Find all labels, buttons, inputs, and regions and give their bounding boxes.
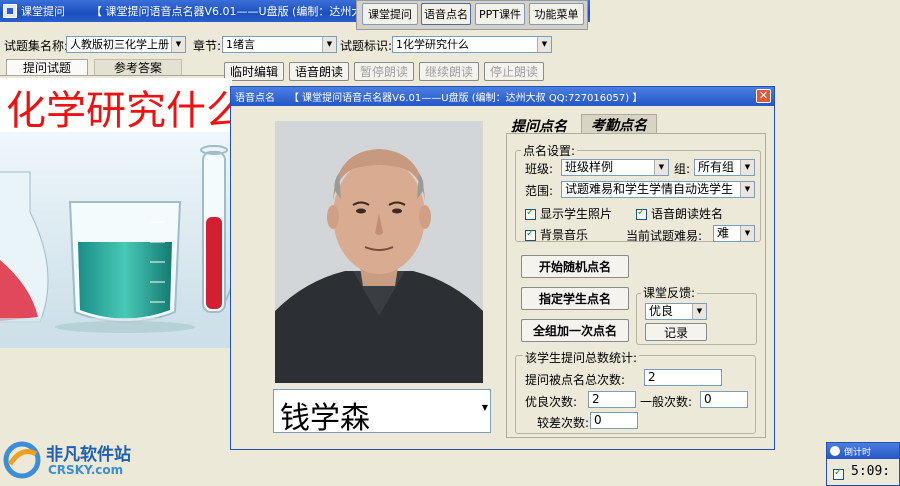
voice-rollcall-button[interactable]: 语音点名 xyxy=(421,3,471,25)
range-select[interactable]: 试题难易和学生学情自动选学生 ▼ xyxy=(561,181,755,198)
normal-count-label: 一般次数: xyxy=(640,395,693,409)
good-count-label: 优良次数: xyxy=(525,395,578,409)
group-label: 组: xyxy=(674,162,691,176)
voice-read-name-checkbox[interactable]: 语音朗读姓名 xyxy=(636,205,723,222)
chevron-down-icon: ▼ xyxy=(481,403,488,412)
chemistry-glassware-image xyxy=(0,132,236,348)
ppt-courseware-button[interactable]: PPT课件 xyxy=(475,3,525,25)
bg-music-label: 背景音乐 xyxy=(540,228,589,242)
question-tag-select[interactable]: 1化学研究什么 ▼ xyxy=(392,36,552,53)
student-name: 钱学森 xyxy=(280,401,370,436)
student-photo xyxy=(275,121,483,383)
feedback-select[interactable]: 优良 ▼ xyxy=(645,303,707,320)
chevron-down-icon: ▼ xyxy=(654,160,668,175)
watermark-logo: 非凡软件站 CRSKY.com xyxy=(2,436,152,484)
tab-divider xyxy=(0,75,230,76)
range-label: 范围: xyxy=(525,184,554,198)
chevron-down-icon: ▼ xyxy=(740,226,754,241)
feedback-value: 优良 xyxy=(649,304,674,318)
chevron-down-icon: ▼ xyxy=(740,182,754,197)
app-icon xyxy=(3,4,17,18)
chevron-down-icon: ▼ xyxy=(692,304,706,319)
total-count-label: 提问被点名总次数: xyxy=(525,373,626,387)
start-random-rollcall-button[interactable]: 开始随机点名 xyxy=(521,255,629,278)
chapter-select[interactable]: 1绪言 ▼ xyxy=(222,36,337,53)
checkbox-checked-icon xyxy=(525,228,536,241)
chevron-down-icon: ▼ xyxy=(322,37,336,52)
difficulty-select[interactable]: 难 ▼ xyxy=(713,225,755,242)
close-icon[interactable]: ✕ xyxy=(756,89,771,103)
resume-read-button[interactable]: 继续朗读 xyxy=(419,62,479,81)
show-photo-label: 显示学生照片 xyxy=(540,207,613,221)
tab-answer[interactable]: 参考答案 xyxy=(94,59,182,75)
chevron-down-icon: ▼ xyxy=(537,37,551,52)
question-tag-value: 1化学研究什么 xyxy=(396,38,469,51)
poor-count-field[interactable]: 0 xyxy=(590,412,638,429)
dialog-title-suffix: 【 课堂提问语音点名器V6.01——U盘版 (编制：达州大叔 QQ:727016… xyxy=(289,93,643,104)
timer-value: 5:09: xyxy=(851,464,891,479)
record-button[interactable]: 记录 xyxy=(645,323,707,341)
stats-title: 该学生提问总数统计: xyxy=(523,349,640,366)
watermark-name: 非凡软件站 xyxy=(46,445,131,465)
feedback-title: 课堂反馈: xyxy=(641,284,698,301)
voice-read-button[interactable]: 语音朗读 xyxy=(289,62,349,81)
assign-student-rollcall-button[interactable]: 指定学生点名 xyxy=(521,287,629,310)
class-value: 班级样例 xyxy=(565,160,614,174)
question-set-value: 人教版初三化学上册 xyxy=(70,38,169,51)
poor-count-label: 较差次数: xyxy=(537,416,590,430)
classroom-question-button[interactable]: 课堂提问 xyxy=(362,3,418,25)
checkbox-checked-icon xyxy=(636,207,647,220)
class-select[interactable]: 班级样例 ▼ xyxy=(561,159,669,176)
dialog-title-bar: 语音点名 【 课堂提问语音点名器V6.01——U盘版 (编制：达州大叔 QQ:7… xyxy=(231,87,774,106)
chapter-value: 1绪言 xyxy=(226,38,255,51)
main-window-title: 课堂提问 xyxy=(21,5,65,18)
tab-attendance-rollcall[interactable]: 考勤点名 xyxy=(581,114,657,134)
timer-title-bar: 倒计时 xyxy=(827,443,899,459)
show-photo-checkbox[interactable]: 显示学生照片 xyxy=(525,205,612,222)
bg-music-checkbox[interactable]: 背景音乐 xyxy=(525,226,588,243)
question-set-select[interactable]: 人教版初三化学上册 ▼ xyxy=(66,36,186,53)
watermark-swirl-icon xyxy=(3,441,41,479)
question-tag-label: 试题标识: xyxy=(340,39,393,53)
countdown-timer-window: 倒计时 5:09: xyxy=(826,442,900,486)
whole-group-rollcall-button[interactable]: 全组加一次点名 xyxy=(521,319,629,342)
dialog-title: 语音点名 xyxy=(235,93,275,104)
class-label: 班级: xyxy=(525,162,554,176)
normal-count-field[interactable]: 0 xyxy=(700,391,748,408)
clock-icon xyxy=(830,446,840,456)
stop-read-button[interactable]: 停止朗读 xyxy=(484,62,544,81)
timer-checkbox[interactable] xyxy=(833,467,844,480)
function-menu-button[interactable]: 功能菜单 xyxy=(529,3,584,25)
chevron-down-icon: ▼ xyxy=(740,160,754,175)
good-count-field[interactable]: 2 xyxy=(588,391,636,408)
group-select[interactable]: 所有组 ▼ xyxy=(694,159,755,176)
main-window-title-suffix: 【 课堂提问语音点名器V6.01——U盘版 (编制：达州大叔 QQ: xyxy=(91,5,398,18)
checkbox-checked-icon xyxy=(525,207,536,220)
question-set-label: 试题集名称: xyxy=(4,39,69,53)
settings-group-title: 点名设置: xyxy=(521,142,578,159)
total-count-field[interactable]: 2 xyxy=(644,369,722,386)
tab-question[interactable]: 提问试题 xyxy=(6,59,88,75)
watermark-url: CRSKY.com xyxy=(48,463,124,477)
chevron-down-icon: ▼ xyxy=(171,37,185,52)
chapter-label: 章节: xyxy=(193,39,222,53)
student-name-select[interactable]: 钱学森 ▼ xyxy=(273,389,491,436)
pause-read-button[interactable]: 暂停朗读 xyxy=(354,62,414,81)
voice-rollcall-dialog: 语音点名 【 课堂提问语音点名器V6.01——U盘版 (编制：达州大叔 QQ:7… xyxy=(230,86,775,450)
difficulty-label: 当前试题难易: xyxy=(626,229,703,243)
range-value: 试题难易和学生学情自动选学生 xyxy=(565,182,734,196)
voice-read-name-label: 语音朗读姓名 xyxy=(651,207,724,221)
timer-title: 倒计时 xyxy=(844,447,872,458)
group-value: 所有组 xyxy=(698,160,735,174)
difficulty-value: 难 xyxy=(717,226,730,240)
